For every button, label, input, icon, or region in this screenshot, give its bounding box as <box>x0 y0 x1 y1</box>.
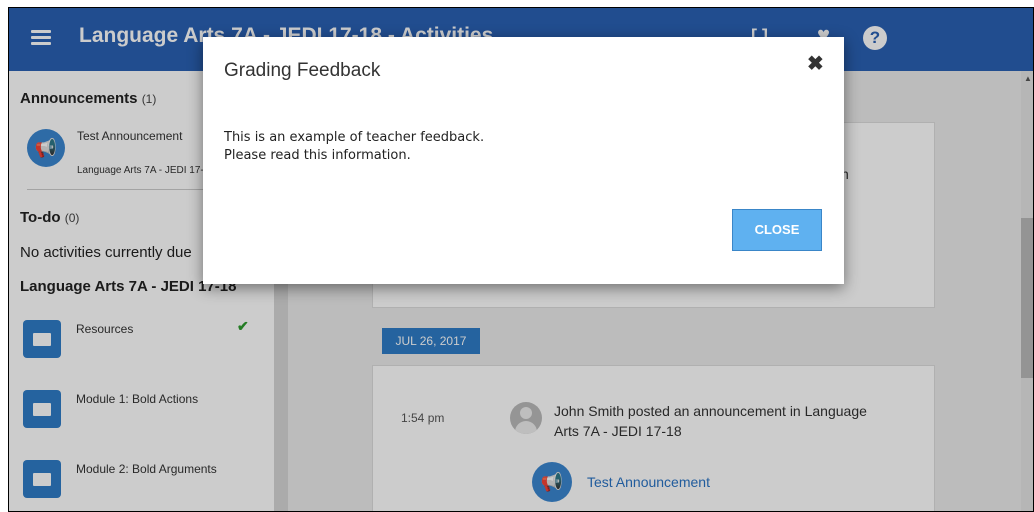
feedback-line-2: Please read this information. <box>224 148 411 163</box>
close-button[interactable]: CLOSE <box>732 209 822 251</box>
app-window: Language Arts 7A - JEDI 17-18 - Activiti… <box>8 7 1034 512</box>
close-icon[interactable]: ✖ <box>807 51 824 76</box>
feedback-line-1: This is an example of teacher feedback. <box>224 130 485 145</box>
grading-feedback-dialog: Grading Feedback ✖ This is an example of… <box>203 37 844 284</box>
dialog-title: Grading Feedback <box>224 60 381 81</box>
dialog-body: This is an example of teacher feedback. … <box>224 129 484 165</box>
